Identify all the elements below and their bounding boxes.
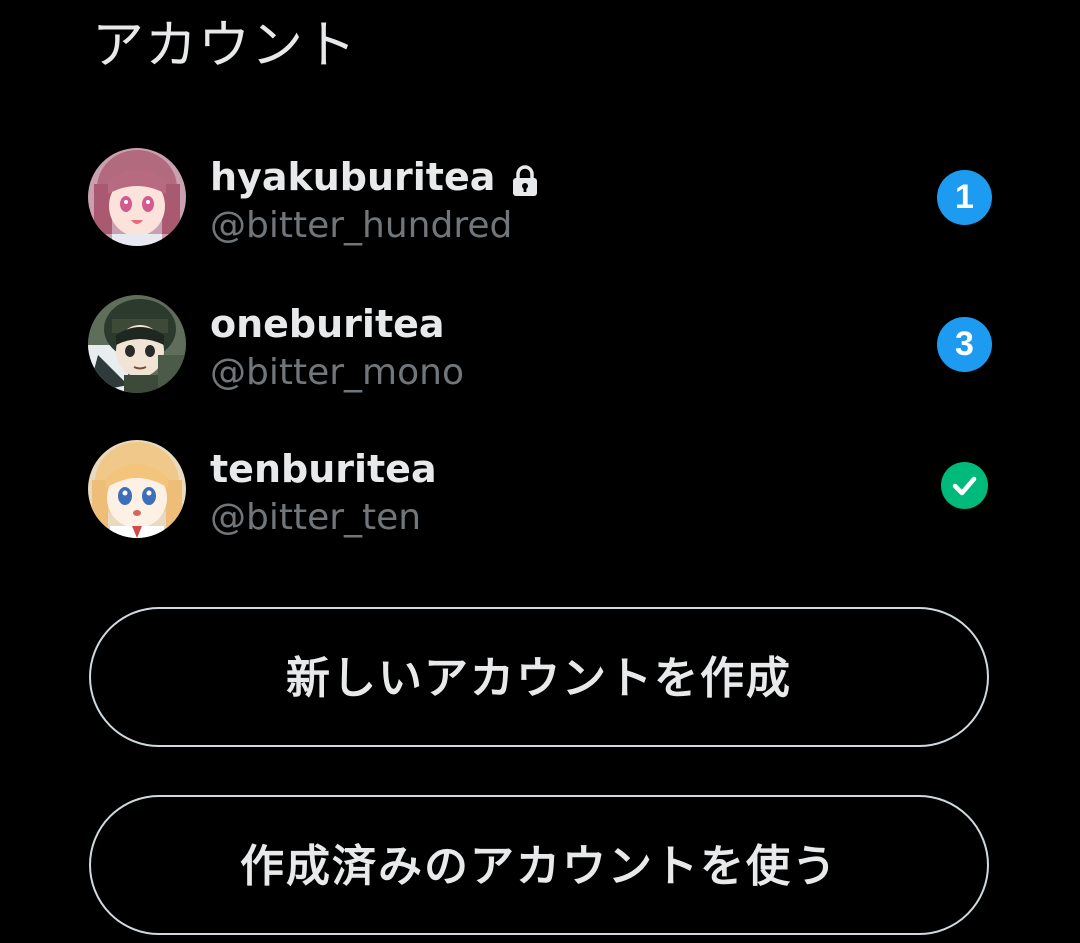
create-account-button[interactable]: 新しいアカウントを作成 xyxy=(89,607,989,747)
account-display-name: hyakuburitea xyxy=(210,154,539,200)
notification-count-badge: 1 xyxy=(937,170,992,225)
account-display-name: tenburitea xyxy=(210,447,437,491)
avatar xyxy=(88,440,186,538)
account-row-tenburitea[interactable]: tenburitea @bitter_ten xyxy=(0,416,1080,562)
avatar-image xyxy=(88,148,186,246)
avatar xyxy=(88,295,186,393)
display-name-text: hyakuburitea xyxy=(210,155,496,199)
lock-icon xyxy=(511,161,539,196)
use-existing-account-button[interactable]: 作成済みのアカウントを使う xyxy=(89,795,989,935)
account-handle: @bitter_ten xyxy=(210,497,422,538)
avatar-image xyxy=(88,295,186,393)
avatar xyxy=(88,148,186,246)
active-account-check-icon xyxy=(941,462,988,509)
page-title: アカウント xyxy=(92,16,358,76)
avatar-image xyxy=(88,440,186,538)
notification-count-badge: 3 xyxy=(937,317,992,372)
account-row-hyakuburitea[interactable]: hyakuburitea @bitter_hundred 1 xyxy=(0,124,1080,270)
account-display-name: oneburitea xyxy=(210,302,445,346)
account-handle: @bitter_hundred xyxy=(210,205,513,246)
account-handle: @bitter_mono xyxy=(210,352,464,393)
account-row-oneburitea[interactable]: oneburitea @bitter_mono 3 xyxy=(0,271,1080,417)
